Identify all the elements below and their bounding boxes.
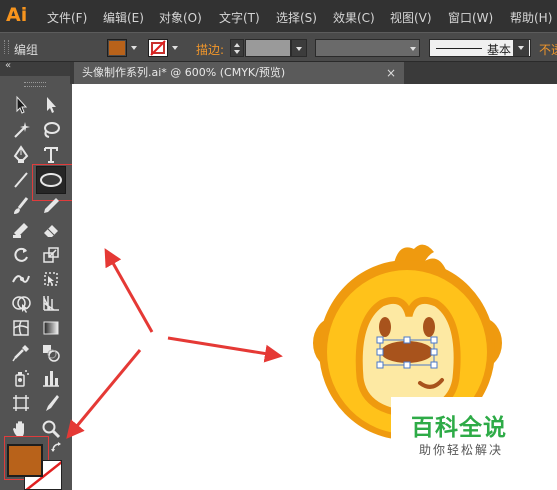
selection-handle-bottom-center[interactable]	[403, 361, 411, 369]
annotation-arrows	[66, 248, 283, 439]
selection-handle-top-left[interactable]	[376, 336, 384, 344]
selection-handle-bottom-right[interactable]	[430, 361, 438, 369]
arrow-to-artwork	[167, 336, 283, 363]
selection-handle-top-center[interactable]	[403, 336, 411, 344]
selection-handle-middle-right[interactable]	[430, 348, 438, 356]
monkey-eye-right	[423, 317, 435, 337]
selection-handle-middle-left[interactable]	[376, 348, 384, 356]
selection-handle-top-right[interactable]	[430, 336, 438, 344]
selection-handle-bottom-left[interactable]	[376, 361, 384, 369]
monkey-nose	[381, 341, 433, 363]
monkey-eye-left	[379, 317, 391, 337]
arrow-to-fill-swatch	[66, 349, 142, 439]
watermark-title: 百科全说	[411, 415, 507, 441]
watermark-subtitle: 助你轻松解决	[419, 443, 504, 457]
arrow-to-ellipse-tool	[104, 248, 154, 333]
